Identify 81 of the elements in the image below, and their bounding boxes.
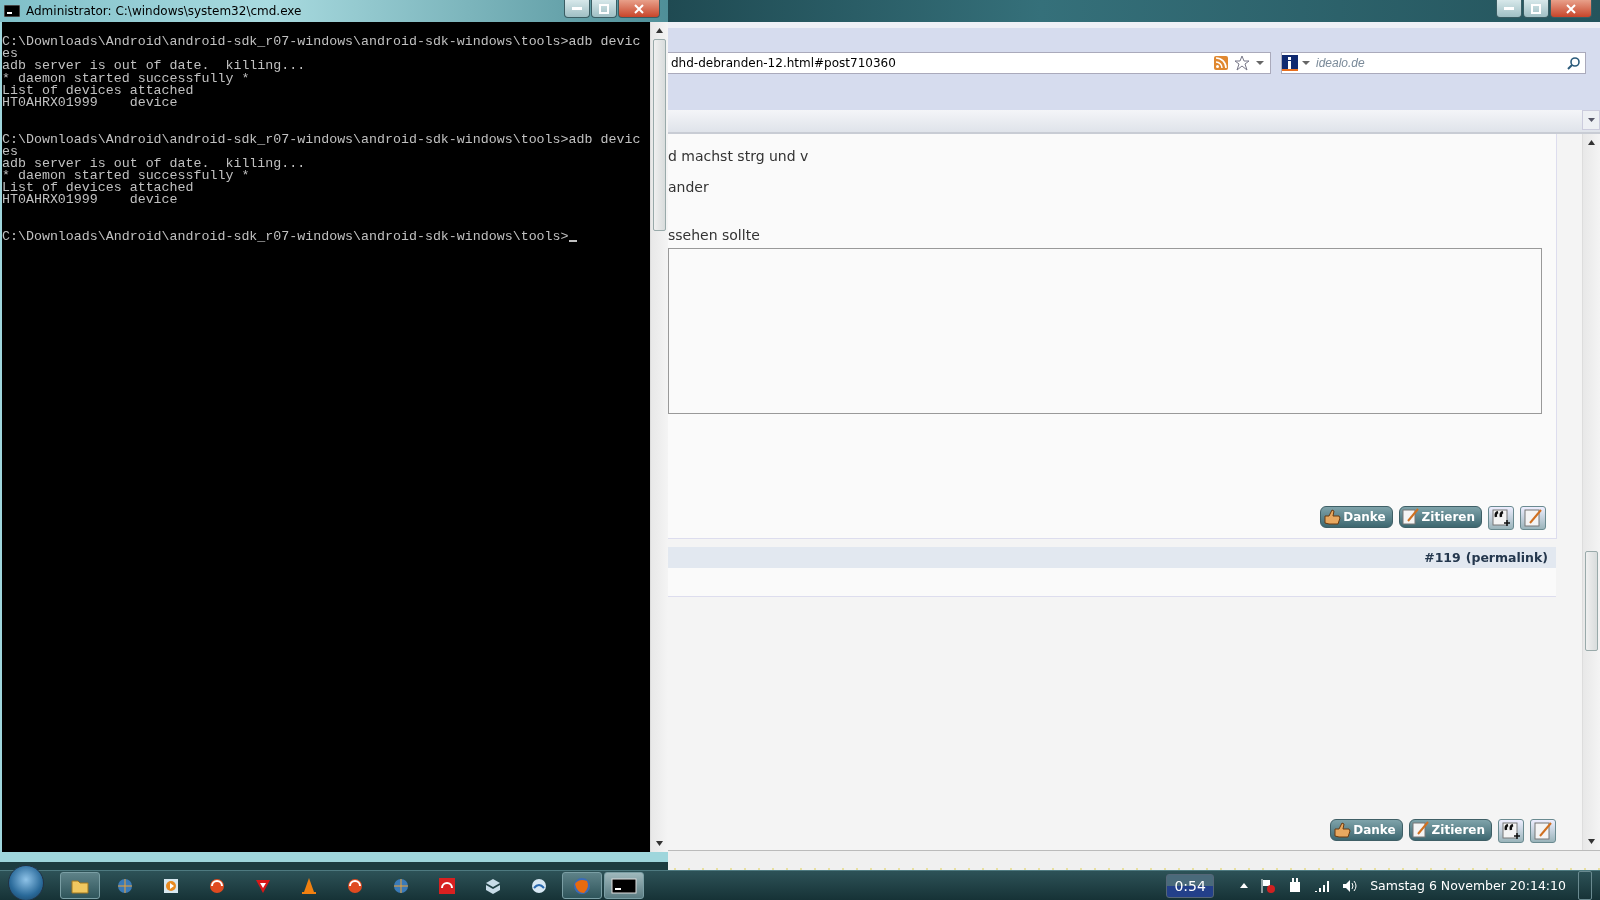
star-icon[interactable] — [1234, 55, 1250, 71]
edit-button[interactable] — [1530, 819, 1556, 843]
quote-plus-icon — [1501, 821, 1521, 841]
close-button[interactable] — [1550, 0, 1592, 18]
console-line: adb server is out of date. killing... — [2, 60, 306, 73]
restore-icon — [1531, 3, 1541, 14]
console-line: C:\Downloads\Android\android-sdk_r07-windows\android-sdk-windows\tools> — [2, 231, 569, 244]
console-line: C:\Downloads\Android\android-sdk_r07-windows\android-sdk-windows\tools>adb devic — [2, 36, 641, 49]
taskbar-button[interactable] — [604, 872, 644, 899]
caret-icon — [1587, 117, 1595, 123]
document-pen-icon — [1401, 508, 1420, 526]
window-title: Administrator: C:\windows\system32\cmd.exe — [26, 4, 302, 18]
scroll-thumb[interactable] — [652, 39, 667, 231]
multiquote-button[interactable] — [1498, 819, 1524, 843]
console-scrollbar[interactable] — [650, 22, 668, 852]
console-icon — [4, 5, 20, 17]
search-box[interactable]: idealo.de — [1281, 52, 1586, 74]
console-icon — [611, 875, 637, 896]
console-line: * daemon started successfully * — [2, 72, 250, 85]
console-line: es — [2, 145, 18, 158]
console-line: adb server is out of date. killing... — [2, 157, 306, 171]
browser-icon — [572, 875, 592, 896]
flag-icon[interactable] — [1260, 877, 1277, 894]
quote-button[interactable]: Zitieren — [1398, 506, 1482, 528]
minimize-icon — [572, 6, 582, 11]
minimize-icon — [1504, 6, 1514, 11]
permalink[interactable]: (permalink) — [1465, 550, 1548, 565]
speaker-icon[interactable] — [1342, 878, 1359, 893]
restore-icon — [599, 3, 609, 14]
rss-icon — [1214, 56, 1228, 70]
thanks-button[interactable]: Danke — [1320, 506, 1393, 528]
info-logo-icon — [1282, 55, 1298, 71]
thumbs-up-icon — [1333, 822, 1352, 838]
url-text: dhd-debranden-12.html#post710360 — [670, 56, 897, 70]
show-desktop-button[interactable] — [1578, 871, 1592, 900]
post-text: d machst strg und v — [668, 148, 810, 166]
scroll-up-icon[interactable] — [1587, 138, 1596, 147]
console-line: C:\Downloads\Android\android-sdk_r07-windows\android-sdk-windows\tools>adb devic — [2, 133, 641, 146]
maximize-button[interactable] — [1523, 0, 1549, 18]
search-input[interactable]: idealo.de — [1314, 55, 1563, 71]
dropdown-icon[interactable] — [1302, 60, 1310, 66]
console-line: List of devices attached — [2, 84, 194, 97]
close-icon — [634, 3, 644, 14]
scroll-down-icon[interactable] — [655, 839, 664, 848]
address-bar[interactable]: dhd-debranden-12.html#post710360 — [668, 52, 1271, 74]
minimize-button[interactable] — [1496, 0, 1522, 18]
document-pen-icon — [1523, 508, 1543, 528]
tab-list-button[interactable] — [1582, 110, 1600, 130]
thanks-button[interactable]: Danke — [1330, 819, 1403, 841]
scroll-thumb[interactable] — [1584, 551, 1599, 651]
scroll-down-icon[interactable] — [1587, 837, 1596, 846]
show-hidden-icon[interactable] — [1240, 882, 1249, 889]
console-line: HT0AHRX01999 device — [2, 96, 178, 110]
signal-icon[interactable] — [1314, 879, 1331, 892]
document-pen-icon — [1411, 821, 1430, 839]
taskbar-button[interactable] — [60, 872, 100, 899]
post-text: ssehen sollte — [668, 227, 761, 245]
console-line: * daemon started successfully * — [2, 170, 250, 183]
console-line: es — [2, 48, 18, 61]
maximize-button[interactable] — [591, 0, 617, 18]
clock[interactable]: Samstag 6 November 20:14:10 — [1370, 878, 1566, 893]
page-scrollbar[interactable] — [1582, 134, 1600, 850]
quote-plus-icon — [1491, 508, 1511, 528]
power-plug-icon[interactable] — [1288, 877, 1303, 894]
console-line: HT0AHRX01999 device — [2, 194, 178, 207]
thumbs-up-icon — [1323, 509, 1342, 525]
quote-button[interactable]: Zitieren — [1408, 819, 1492, 841]
search-icon[interactable] — [1567, 56, 1581, 70]
edit-button[interactable] — [1520, 506, 1546, 530]
post-text: ander — [668, 179, 710, 197]
close-icon — [1566, 3, 1576, 14]
document-pen-icon — [1533, 821, 1553, 841]
minimize-button[interactable] — [564, 0, 590, 18]
clock-gadget: 0:54 — [1166, 873, 1215, 898]
console-line: List of devices attached — [2, 182, 194, 195]
close-button[interactable] — [618, 0, 660, 18]
dropdown-icon[interactable] — [1256, 60, 1264, 66]
start-button[interactable] — [8, 864, 44, 900]
scroll-up-icon[interactable] — [655, 26, 664, 35]
multiquote-button[interactable] — [1488, 506, 1514, 530]
post-number: #119 — [1424, 550, 1461, 565]
